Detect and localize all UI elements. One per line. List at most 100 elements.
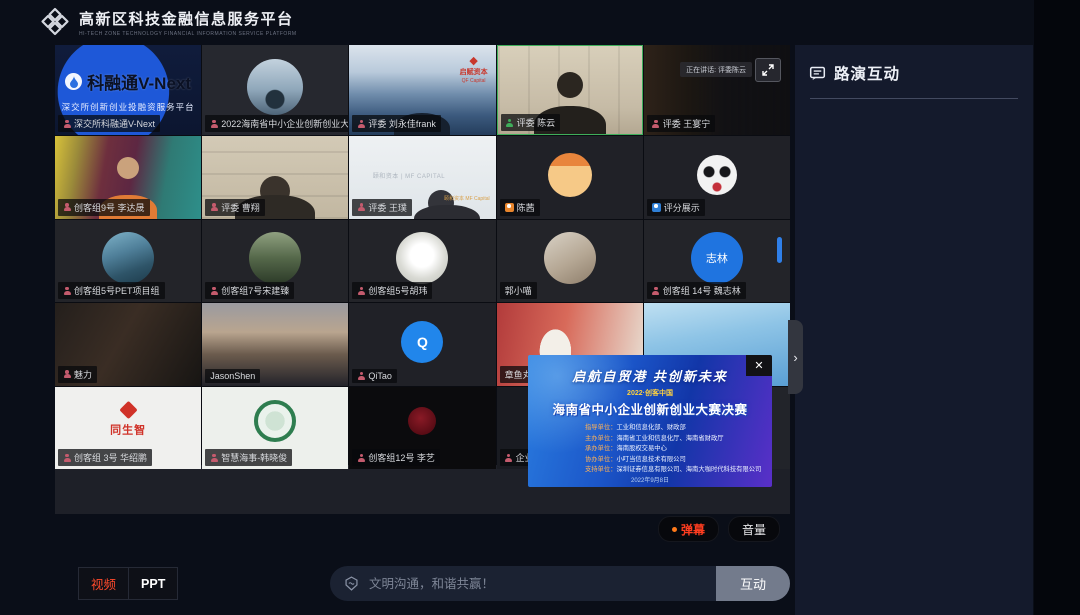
- video-tile[interactable]: 创客组5号胡玮: [349, 220, 495, 303]
- person-icon: [357, 120, 365, 128]
- person-icon: [652, 120, 660, 128]
- avatar: [396, 232, 448, 284]
- person-icon: [63, 203, 71, 211]
- speaking-person-icon: [506, 119, 514, 127]
- person-icon: [210, 203, 218, 211]
- sidebar-divider: [810, 98, 1018, 99]
- person-icon: [652, 287, 660, 295]
- video-tile-speaking[interactable]: 评委 陈云: [497, 45, 643, 135]
- popup-date: 2022年9月8日: [528, 475, 772, 484]
- popup-brand: 2022·创客中国: [528, 388, 772, 398]
- platform-title: 高新区科技金融信息服务平台: [79, 8, 297, 29]
- person-badge-icon: [505, 203, 514, 212]
- kerongtong-card: 科融通V-Next 深交所创新创业投融资服务平台: [55, 69, 201, 113]
- chat-input[interactable]: [359, 576, 716, 592]
- video-tile[interactable]: 创客组9号 李达晟: [55, 136, 201, 219]
- video-tile[interactable]: 魅力: [55, 303, 201, 386]
- chat-input-bar: 互动: [330, 566, 790, 601]
- tab-video[interactable]: 视频: [78, 567, 129, 600]
- company-logo: 同生智: [110, 404, 146, 439]
- participant-label: 创客组9号 李达晟: [58, 199, 150, 216]
- danmaku-toggle[interactable]: 弹幕: [658, 516, 719, 542]
- right-strip: [1034, 0, 1080, 615]
- person-icon: [357, 454, 365, 462]
- stream-controls: 弹幕 音量: [560, 516, 780, 542]
- avatar: [544, 232, 596, 284]
- close-icon[interactable]: ✕: [746, 355, 772, 376]
- participant-label: 评委 陈云: [501, 114, 561, 131]
- participant-label: 2022海南省中小企业创新创业大赛: [205, 115, 348, 132]
- volume-button[interactable]: 音量: [728, 516, 780, 542]
- roadshow-page: 高新区科技金融信息服务平台 HI-TECH ZONE TECHNOLOGY FI…: [0, 0, 1080, 615]
- diamond-cluster-icon: [40, 7, 70, 37]
- participant-label: 评委 王宴宁: [647, 115, 716, 132]
- qf-capital-logo: ◆ 启赋资本 QF Capital: [460, 55, 488, 84]
- video-tile[interactable]: 志林 创客组 14号 魏志林: [644, 220, 790, 303]
- avatar: [408, 407, 436, 435]
- initials-avatar: Q: [401, 321, 443, 363]
- person-icon: [210, 287, 218, 295]
- participant-label: 陈茜: [500, 199, 540, 216]
- view-tabs: 视频 PPT: [78, 567, 178, 600]
- logo-mark: [119, 401, 137, 419]
- person-badge-icon: [652, 203, 661, 212]
- participant-label: 创客组5号PET项目组: [58, 282, 165, 299]
- video-tile[interactable]: 科融通V-Next 深交所创新创业投融资服务平台 深交所科融通V-Next: [55, 45, 201, 135]
- chat-bubble-icon: [809, 65, 826, 82]
- header: 高新区科技金融信息服务平台 HI-TECH ZONE TECHNOLOGY FI…: [0, 0, 1080, 42]
- watermark-text: 颐和资本 | MF CAPITAL: [373, 171, 445, 180]
- video-tile[interactable]: 同生智 创客组 3号 华绍鹏: [55, 387, 201, 470]
- chevron-right-icon[interactable]: ›: [788, 320, 803, 394]
- person-icon: [357, 287, 365, 295]
- participant-label: 评委 刘永佳frank: [352, 115, 441, 132]
- avatar: [548, 153, 592, 197]
- send-button[interactable]: 互动: [716, 566, 790, 601]
- video-tile[interactable]: 创客组7号宋建臻: [202, 220, 348, 303]
- emblem-avatar: [254, 400, 296, 442]
- brand-title: 科融通V-Next: [87, 69, 191, 94]
- participant-label: 智慧海事-韩晓俊: [205, 449, 292, 466]
- participant-label: 深交所科融通V-Next: [58, 115, 160, 132]
- chat-seal-icon: [344, 576, 359, 591]
- corner-mark-text: 颐和资本 MF Capital: [444, 196, 490, 203]
- popup-credit-lines: 指导单位：工业和信息化部、财政部 主办单位：海南省工业和信息化厅、海南省财政厅 …: [585, 423, 772, 476]
- person-icon: [63, 287, 71, 295]
- popup-slogan: 启航自贸港 共创新未来: [528, 366, 772, 385]
- droplet-icon: [65, 73, 82, 90]
- video-tile[interactable]: 评分展示: [644, 136, 790, 219]
- danmaku-dot-icon: [672, 527, 677, 532]
- video-tile[interactable]: JasonShen: [202, 303, 348, 386]
- video-tile[interactable]: 评委 曹翔: [202, 136, 348, 219]
- diamond-icon: ◆: [460, 55, 488, 69]
- sidebar-title: 路演互动: [834, 62, 900, 84]
- panda-avatar: [697, 155, 737, 195]
- person-icon: [210, 120, 218, 128]
- avatar: [102, 232, 154, 284]
- video-tile[interactable]: 创客组5号PET项目组: [55, 220, 201, 303]
- person-icon: [63, 120, 71, 128]
- scrollbar-thumb[interactable]: [777, 237, 782, 263]
- person-icon: [210, 454, 218, 462]
- video-tile[interactable]: 郭小喵: [497, 220, 643, 303]
- video-tile[interactable]: Q QiTao: [349, 303, 495, 386]
- person-icon: [357, 372, 365, 380]
- video-tile[interactable]: 陈茜: [497, 136, 643, 219]
- video-tile[interactable]: 智慧海事-韩晓俊: [202, 387, 348, 470]
- platform-subtitle: HI-TECH ZONE TECHNOLOGY FINANCIAL INFORM…: [79, 31, 297, 37]
- video-tile[interactable]: 正在讲话: 评委陈云 评委 王宴宁: [644, 45, 790, 135]
- participant-label: 评委 王璞: [352, 199, 412, 216]
- participant-label: 评分展示: [647, 199, 705, 216]
- fullscreen-expand-icon[interactable]: [755, 58, 781, 82]
- video-tile[interactable]: 颐和资本 | MF CAPITAL 颐和资本 MF Capital 评委 王璞: [349, 136, 495, 219]
- video-tile[interactable]: 创客组12号 李艺: [349, 387, 495, 470]
- participant-label: 郭小喵: [500, 282, 537, 299]
- person-icon: [505, 454, 513, 462]
- speaking-banner: 正在讲话: 评委陈云: [680, 62, 752, 77]
- participant-label: 创客组 14号 魏志林: [647, 282, 746, 299]
- video-tile[interactable]: ◆ 启赋资本 QF Capital 评委 刘永佳frank: [349, 45, 495, 135]
- person-icon: [63, 454, 71, 462]
- participant-label: 评委 曹翔: [205, 199, 265, 216]
- brand-subtitle: 深交所创新创业投融资服务平台: [55, 101, 201, 113]
- video-tile[interactable]: 2022海南省中小企业创新创业大赛: [202, 45, 348, 135]
- tab-ppt[interactable]: PPT: [129, 567, 178, 600]
